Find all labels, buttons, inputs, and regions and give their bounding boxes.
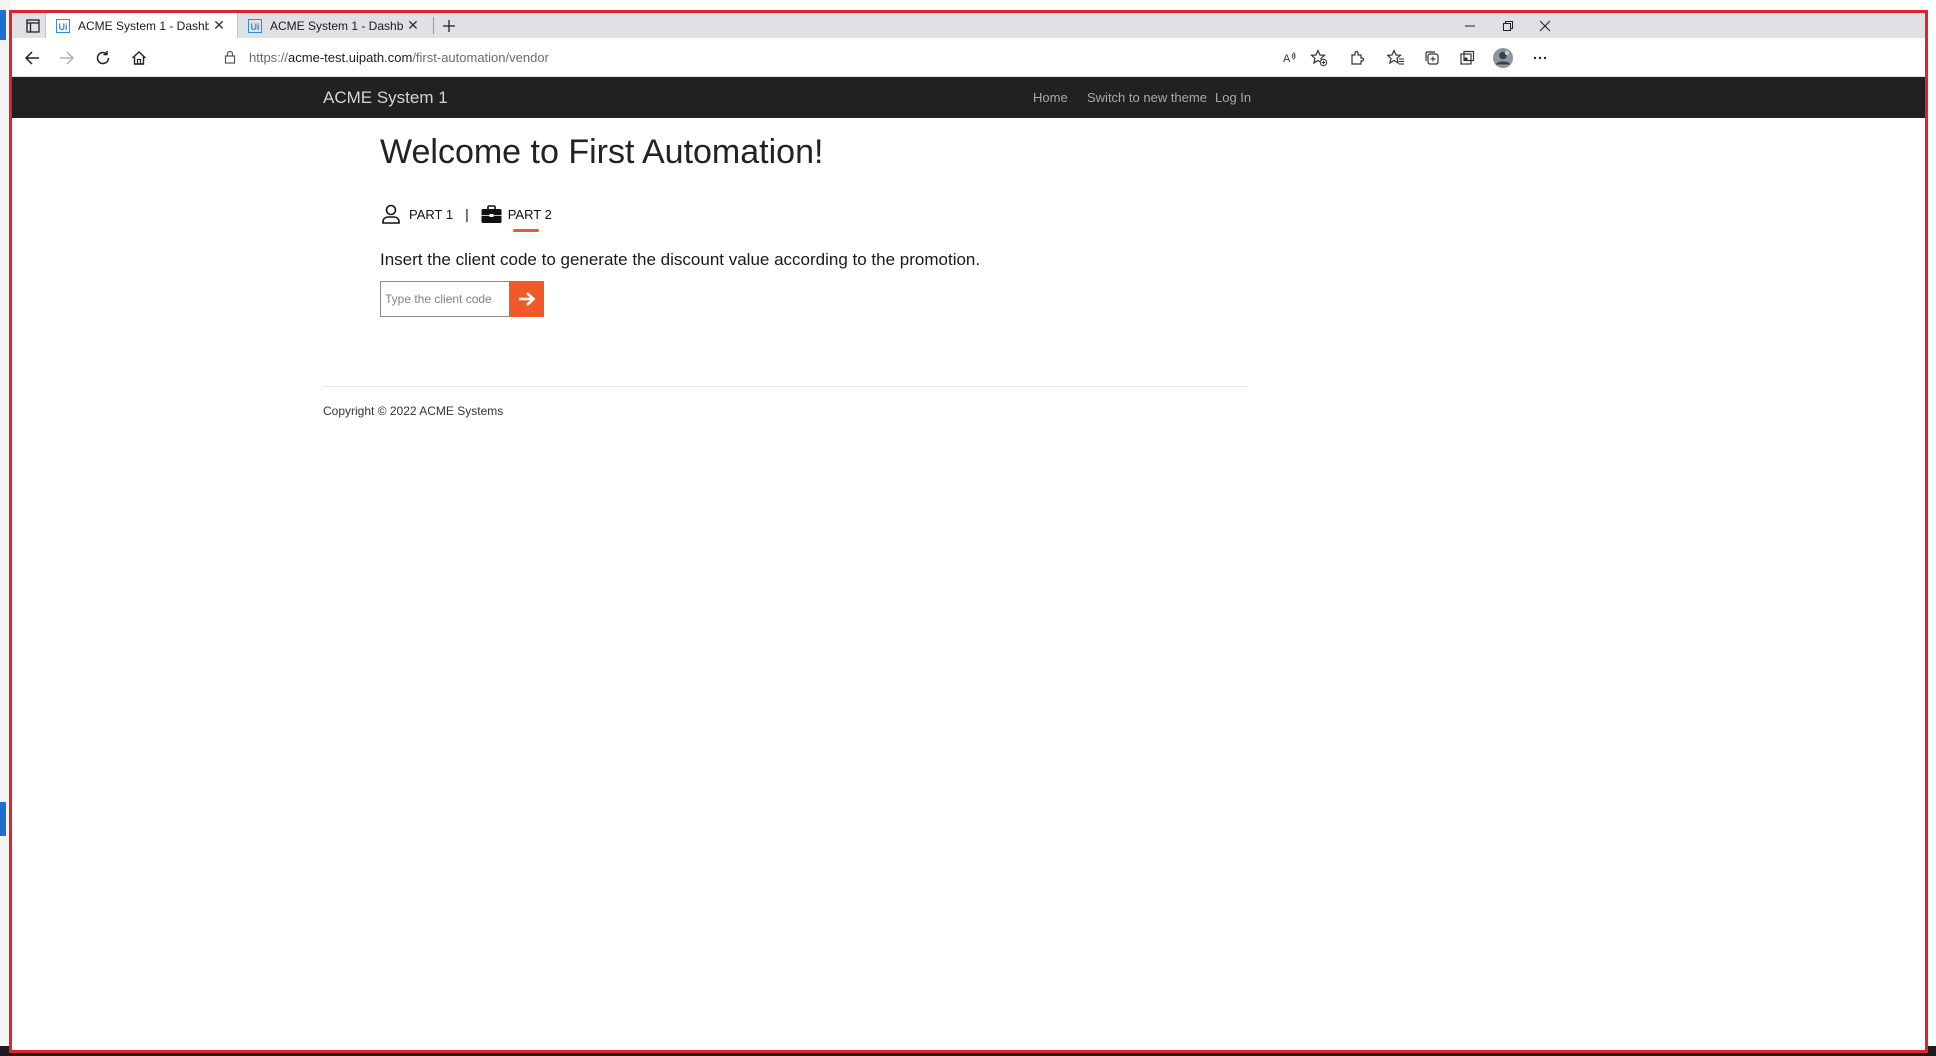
part-1-link[interactable]: PART 1 [409,207,453,222]
submit-button[interactable] [509,281,544,317]
close-window-icon[interactable] [1523,13,1567,38]
forward-arrow-icon[interactable] [55,46,79,70]
browser-toolbar: https://acme-test.uipath.com/first-autom… [12,38,1925,77]
nav-link-login[interactable]: Log In [1215,90,1251,105]
close-tab-icon[interactable]: ✕ [209,17,229,34]
active-part-indicator [512,228,539,232]
tab-title: ACME System 1 - Dashboard [270,18,403,33]
client-code-input[interactable] [380,281,510,317]
site-navbar: ACME System 1 Home Switch to new theme L… [12,77,1925,118]
nav-link-home[interactable]: Home [1033,90,1068,105]
url-scheme: https:// [249,49,289,65]
add-favorite-icon[interactable] [1307,46,1331,70]
tab-separator [433,17,434,34]
nav-link-switch-theme[interactable]: Switch to new theme [1087,90,1207,105]
collections-icon[interactable] [1420,46,1444,70]
navbar-brand[interactable]: ACME System 1 [323,88,448,108]
url-host: acme-test.uipath.com [288,49,413,65]
desktop-accent [0,10,6,40]
lock-icon[interactable] [221,48,239,66]
briefcase-icon[interactable] [481,203,503,225]
back-arrow-icon[interactable] [20,46,44,70]
profile-avatar-icon[interactable] [1491,46,1515,70]
part-separator: | [465,206,469,222]
uipath-favicon-icon: Ui [248,18,262,33]
read-aloud-icon[interactable]: A [1278,46,1302,70]
tab-strip: Ui ACME System 1 - Dashboard ✕ Ui ACME S… [12,13,1925,38]
refresh-icon[interactable] [91,46,115,70]
uipath-favicon-icon: Ui [56,18,70,33]
home-icon[interactable] [127,46,151,70]
browser-tab[interactable]: Ui ACME System 1 - Dashboard ✕ [45,13,238,38]
footer-copyright: Copyright © 2022 ACME Systems [323,404,504,418]
arrow-right-icon [518,292,535,306]
tab-actions-icon[interactable] [20,16,46,36]
url-text: https://acme-test.uipath.com/first-autom… [249,50,549,65]
favorites-icon[interactable] [1384,46,1408,70]
screenshot-icon[interactable] [1455,46,1479,70]
url-path: /first-automation/vendor [412,49,549,65]
more-options-icon[interactable] [1528,46,1552,70]
new-tab-icon[interactable] [437,15,461,37]
close-tab-icon[interactable]: ✕ [403,17,423,34]
instruction-text: Insert the client code to generate the d… [380,250,981,269]
part-2-label: PART 2 [507,206,552,222]
svg-text:A: A [1283,53,1291,65]
part-switcher: PART 1 | PART 2 [380,199,552,232]
extensions-icon[interactable] [1345,46,1369,70]
part-2-link[interactable]: PART 2 [507,206,552,232]
user-icon[interactable] [380,203,402,225]
browser-window: Ui ACME System 1 - Dashboard ✕ Ui ACME S… [9,10,1928,1053]
desktop-accent [0,802,6,836]
tab-title: ACME System 1 - Dashboard [78,18,209,33]
page-title: Welcome to First Automation! [380,133,824,171]
browser-tab[interactable]: Ui ACME System 1 - Dashboard ✕ [238,13,431,38]
footer-divider [323,386,1248,387]
